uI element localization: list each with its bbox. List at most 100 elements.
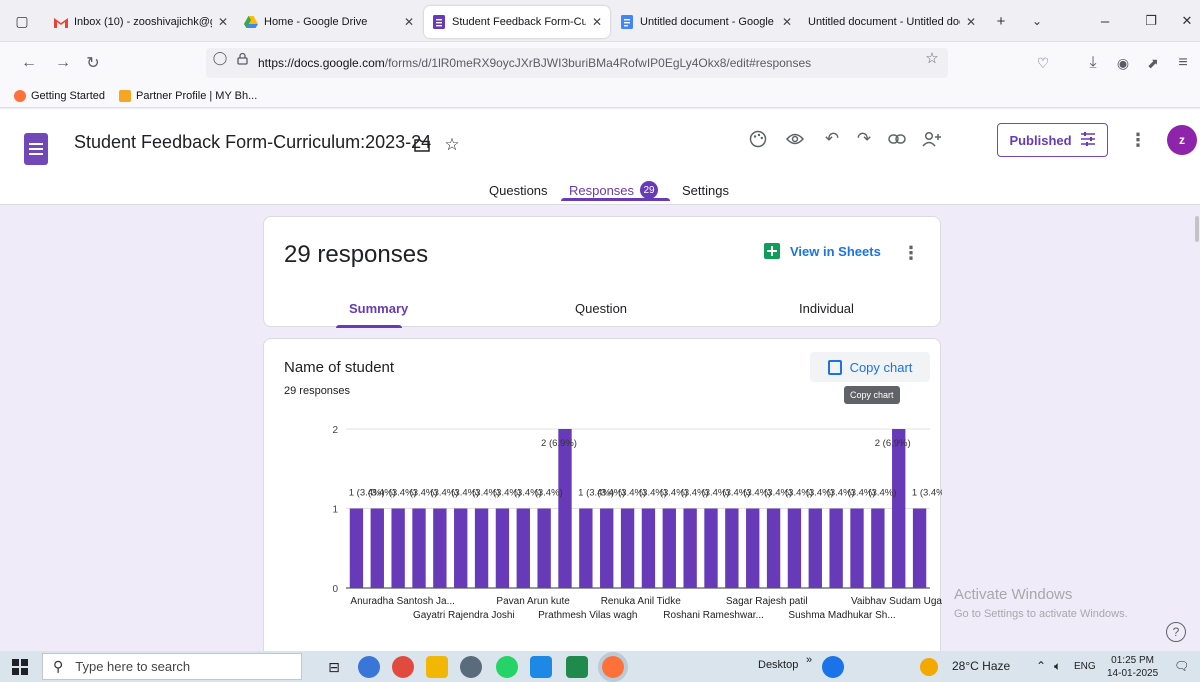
browser-tab-forms[interactable]: Student Feedback Form-Curri ✕ (424, 6, 610, 38)
responses-count-title: 29 responses (284, 241, 429, 268)
bar-data-label: 2 (6.9%) (875, 438, 911, 449)
redo-icon[interactable]: ↷ (852, 127, 876, 151)
star-icon[interactable]: ☆ (440, 133, 464, 157)
close-icon[interactable]: ✕ (218, 15, 228, 29)
browser-tab-untitled[interactable]: Untitled document - Untitled doc ✕ (800, 6, 984, 38)
preview-eye-icon[interactable] (783, 127, 807, 151)
form-title[interactable]: Student Feedback Form-Curriculum:2023-24 (74, 132, 431, 153)
extensions-icon[interactable]: ⬈ (1142, 52, 1164, 74)
copilot-icon[interactable] (358, 656, 380, 678)
browser-tab-strip: ▢ Inbox (10) - zooshivajichk@g ✕ Home - … (0, 0, 1200, 42)
tab-title: Home - Google Drive (264, 16, 368, 28)
more-vert-icon[interactable]: ⋮ (1128, 128, 1148, 152)
active-tab-indicator (561, 198, 670, 201)
subtab-indicator (336, 325, 402, 328)
view-in-sheets-button[interactable]: View in Sheets (764, 243, 881, 259)
tab-responses-label: Responses (569, 182, 635, 198)
chart-bar (391, 508, 405, 588)
language-indicator[interactable]: ENG (1074, 661, 1096, 672)
chart-bar (829, 508, 843, 588)
copy-chart-button[interactable]: Copy chart (810, 352, 930, 382)
bar-data-label: (3.4%) (868, 488, 896, 499)
scrollbar-thumb[interactable] (1195, 216, 1199, 242)
browser-tab-drive[interactable]: Home - Google Drive ✕ (236, 6, 422, 38)
back-icon[interactable]: ← (18, 52, 40, 74)
reload-icon[interactable]: ↻ (82, 52, 104, 74)
chart-bar (412, 508, 426, 588)
activate-windows-subtitle: Go to Settings to activate Windows. (954, 608, 1128, 620)
taskbar-clock[interactable]: 01:25 PM 14-01-2025 (1107, 654, 1158, 680)
window-close-icon[interactable]: ✕ (1176, 10, 1198, 32)
downloads-icon[interactable]: ⤓ (1082, 52, 1104, 74)
windows-start-icon[interactable] (12, 659, 28, 675)
chart-bar (683, 508, 697, 588)
bookmark-partner-profile[interactable]: Partner Profile | MY Bh... (119, 89, 257, 102)
url-bar[interactable]: https://docs.google.com/forms/d/1lR0meRX… (206, 48, 948, 78)
taskbar-search-input[interactable]: ⚲ Type here to search (42, 653, 302, 680)
restore-icon[interactable]: ❐ (1140, 10, 1162, 32)
new-tab-icon[interactable]: + (990, 10, 1012, 32)
tray-overflow-icon[interactable]: ⌃ (1036, 659, 1046, 673)
chart-bar (454, 508, 468, 588)
chart-bar (495, 508, 510, 588)
forward-icon[interactable]: → (52, 52, 74, 74)
close-icon[interactable]: ✕ (404, 15, 414, 29)
close-icon[interactable]: ✕ (592, 15, 602, 29)
subtab-summary[interactable]: Summary (349, 301, 408, 316)
paint-icon[interactable] (460, 656, 482, 678)
browser-tab-gmail[interactable]: Inbox (10) - zooshivajichk@g ✕ (46, 6, 236, 38)
chart-bar (725, 508, 739, 588)
tab-settings[interactable]: Settings (682, 179, 729, 201)
notifications-icon[interactable]: 🗨︎ (1174, 659, 1189, 673)
weather-icon[interactable] (920, 658, 938, 676)
excel-icon[interactable] (566, 656, 588, 678)
y-tick-label: 2 (332, 425, 338, 436)
help-icon[interactable]: ? (1166, 622, 1186, 642)
whatsapp-icon[interactable] (496, 656, 518, 678)
firefox-icon (14, 89, 26, 102)
palette-icon[interactable] (746, 127, 770, 151)
drive-icon (244, 15, 258, 29)
undo-icon[interactable]: ↶ (820, 127, 844, 151)
chart-bar (704, 508, 718, 588)
firefox-icon[interactable] (602, 656, 624, 678)
weather-text[interactable]: 28°C Haze (952, 659, 1010, 673)
account-icon[interactable]: ◉ (1112, 52, 1134, 74)
avatar[interactable]: z (1167, 125, 1197, 155)
folder-icon[interactable] (410, 133, 434, 157)
pocket-icon[interactable]: ♡ (1032, 52, 1054, 74)
tab-list-icon[interactable]: ▢ (12, 11, 32, 31)
chevron-down-icon[interactable]: ⌄ (1026, 10, 1048, 32)
chart-bar (600, 508, 614, 588)
task-view-icon[interactable]: ⊟ (323, 656, 345, 678)
forms-logo-icon[interactable] (24, 133, 48, 165)
subtab-question[interactable]: Question (575, 301, 627, 316)
subtab-individual[interactable]: Individual (799, 301, 854, 316)
store-icon[interactable] (530, 656, 552, 678)
gmail-icon (54, 15, 68, 29)
minimize-icon[interactable]: – (1094, 10, 1116, 32)
menu-icon[interactable]: ≡ (1172, 52, 1194, 74)
more-vert-icon[interactable]: ⋮ (901, 241, 921, 265)
bookmark-getting-started[interactable]: Getting Started (14, 89, 105, 102)
add-collaborator-icon[interactable] (920, 127, 944, 151)
close-icon[interactable]: ✕ (966, 15, 976, 29)
lock-icon[interactable] (234, 50, 250, 66)
toolbar-overflow-icon[interactable]: » (806, 654, 812, 666)
chrome-icon[interactable] (392, 656, 414, 678)
file-explorer-icon[interactable] (426, 656, 448, 678)
shield-icon[interactable]: ◯ (212, 50, 228, 66)
x-tick-label: Renuka Anil Tidke (601, 596, 681, 607)
support-icon[interactable] (822, 656, 844, 678)
close-icon[interactable]: ✕ (782, 15, 792, 29)
volume-icon[interactable]: 🔈︎ (1054, 659, 1061, 674)
chart-bar (912, 508, 927, 588)
star-icon[interactable]: ☆ (924, 50, 940, 67)
desktop-toolbar-label[interactable]: Desktop (758, 659, 798, 671)
tab-questions[interactable]: Questions (489, 179, 548, 201)
link-icon[interactable] (885, 127, 909, 151)
responses-count-badge: 29 (640, 181, 659, 199)
browser-tab-docs[interactable]: Untitled document - Google D ✕ (612, 6, 800, 38)
x-tick-label: Anuradha Santosh Ja... (350, 596, 455, 607)
published-button[interactable]: Published (997, 123, 1108, 157)
